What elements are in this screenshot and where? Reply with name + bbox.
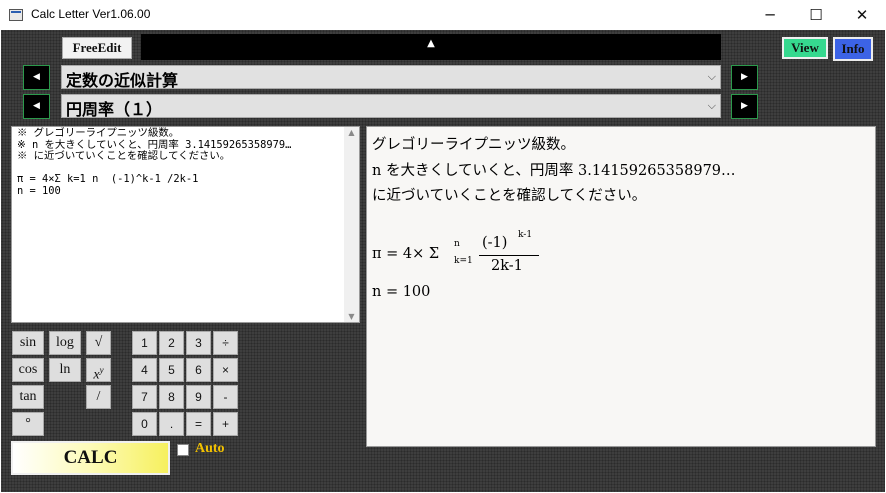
add-key[interactable]: + bbox=[213, 412, 238, 436]
up-arrow-icon: ▲ bbox=[427, 38, 435, 49]
fraction-denominator: 2k-1 bbox=[491, 258, 523, 274]
preview-line-3: に近づいていくことを確認してください。 bbox=[372, 188, 647, 204]
view-button[interactable]: View bbox=[782, 37, 828, 59]
scroll-down-icon[interactable]: ▼ bbox=[344, 312, 359, 321]
sqrt-key[interactable]: √ bbox=[86, 331, 111, 355]
editor-scrollbar[interactable]: ▲ ▼ bbox=[344, 127, 359, 322]
category-next-button[interactable]: ▶ bbox=[731, 65, 758, 90]
editor-text[interactable]: ※ グレゴリーライプニッツ級数。 ※ n を大きくしていくと、円周率 3.1415… bbox=[17, 127, 291, 198]
formula-editor[interactable]: ※ グレゴリーライプニッツ級数。 ※ n を大きくしていくと、円周率 3.1415… bbox=[11, 126, 360, 323]
fraction-bar bbox=[479, 255, 539, 256]
sin-key[interactable]: sin bbox=[12, 331, 44, 355]
fraction-key[interactable]: / bbox=[86, 385, 111, 409]
preview-pane: グレゴリーライプニッツ級数。 n を大きくしていくと、円周率 3.1415926… bbox=[366, 126, 876, 447]
category-selected-value: 定数の近似計算 bbox=[66, 71, 179, 90]
item-select[interactable]: 円周率（１） ⌵ bbox=[61, 94, 721, 119]
digit-5-key[interactable]: 5 bbox=[159, 358, 184, 382]
auto-label[interactable]: Auto bbox=[195, 441, 225, 457]
log-key[interactable]: log bbox=[49, 331, 81, 355]
numerator-exponent: k-1 bbox=[518, 230, 533, 240]
auto-checkbox[interactable] bbox=[177, 444, 189, 456]
power-key[interactable]: xy bbox=[86, 358, 111, 383]
calc-button[interactable]: CALC bbox=[11, 441, 170, 475]
close-button[interactable]: ✕ bbox=[839, 0, 885, 30]
collapse-bar[interactable]: ▲ bbox=[141, 34, 721, 60]
item-next-button[interactable]: ▶ bbox=[731, 94, 758, 119]
formula-lhs: π = 4× Σ bbox=[372, 246, 440, 262]
cos-key[interactable]: cos bbox=[12, 358, 44, 382]
power-exponent: y bbox=[99, 365, 104, 375]
divide-key[interactable]: ÷ bbox=[213, 331, 238, 355]
chevron-down-icon: ⌵ bbox=[707, 70, 716, 83]
sum-upper-limit: n bbox=[454, 239, 460, 249]
app-icon bbox=[9, 9, 23, 21]
digit-4-key[interactable]: 4 bbox=[132, 358, 157, 382]
digit-9-key[interactable]: 9 bbox=[186, 385, 211, 409]
editor-line: n = 100 bbox=[17, 184, 61, 197]
title-bar: Calc Letter Ver1.06.00 ─ ☐ ✕ bbox=[0, 0, 886, 30]
free-edit-button[interactable]: FreeEdit bbox=[62, 37, 132, 59]
info-button[interactable]: Info bbox=[833, 37, 873, 61]
multiply-key[interactable]: × bbox=[213, 358, 238, 382]
digit-3-key[interactable]: 3 bbox=[186, 331, 211, 355]
scroll-up-icon[interactable]: ▲ bbox=[344, 128, 359, 137]
window-title: Calc Letter Ver1.06.00 bbox=[31, 7, 151, 21]
sum-lower-limit: k=1 bbox=[454, 256, 473, 266]
tan-key[interactable]: tan bbox=[12, 385, 44, 409]
digit-8-key[interactable]: 8 bbox=[159, 385, 184, 409]
category-select[interactable]: 定数の近似計算 ⌵ bbox=[61, 65, 721, 90]
preview-line-2: n を大きくしていくと、円周率 3.14159265358979… bbox=[372, 163, 736, 179]
maximize-button[interactable]: ☐ bbox=[793, 0, 839, 30]
fraction-numerator: (-1) bbox=[482, 235, 508, 251]
editor-line: ※ に近づいていくことを確認してください。 bbox=[17, 150, 231, 163]
digit-1-key[interactable]: 1 bbox=[132, 331, 157, 355]
subtract-key[interactable]: - bbox=[213, 385, 238, 409]
item-selected-value: 円周率（１） bbox=[66, 100, 163, 119]
degree-key[interactable]: ° bbox=[12, 412, 44, 436]
minimize-button[interactable]: ─ bbox=[747, 0, 793, 30]
category-prev-button[interactable]: ◀ bbox=[23, 65, 50, 90]
equals-key[interactable]: = bbox=[186, 412, 211, 436]
digit-0-key[interactable]: 0 bbox=[132, 412, 157, 436]
editor-line: ※ グレゴリーライプニッツ級数。 bbox=[17, 127, 180, 139]
digit-2-key[interactable]: 2 bbox=[159, 331, 184, 355]
ln-key[interactable]: ln bbox=[49, 358, 81, 382]
digit-6-key[interactable]: 6 bbox=[186, 358, 211, 382]
digit-7-key[interactable]: 7 bbox=[132, 385, 157, 409]
decimal-point-key[interactable]: . bbox=[159, 412, 184, 436]
chevron-down-icon: ⌵ bbox=[707, 99, 716, 112]
preview-line-1: グレゴリーライプニッツ級数。 bbox=[372, 137, 575, 153]
item-prev-button[interactable]: ◀ bbox=[23, 94, 50, 119]
preview-line-n: n = 100 bbox=[372, 284, 431, 300]
